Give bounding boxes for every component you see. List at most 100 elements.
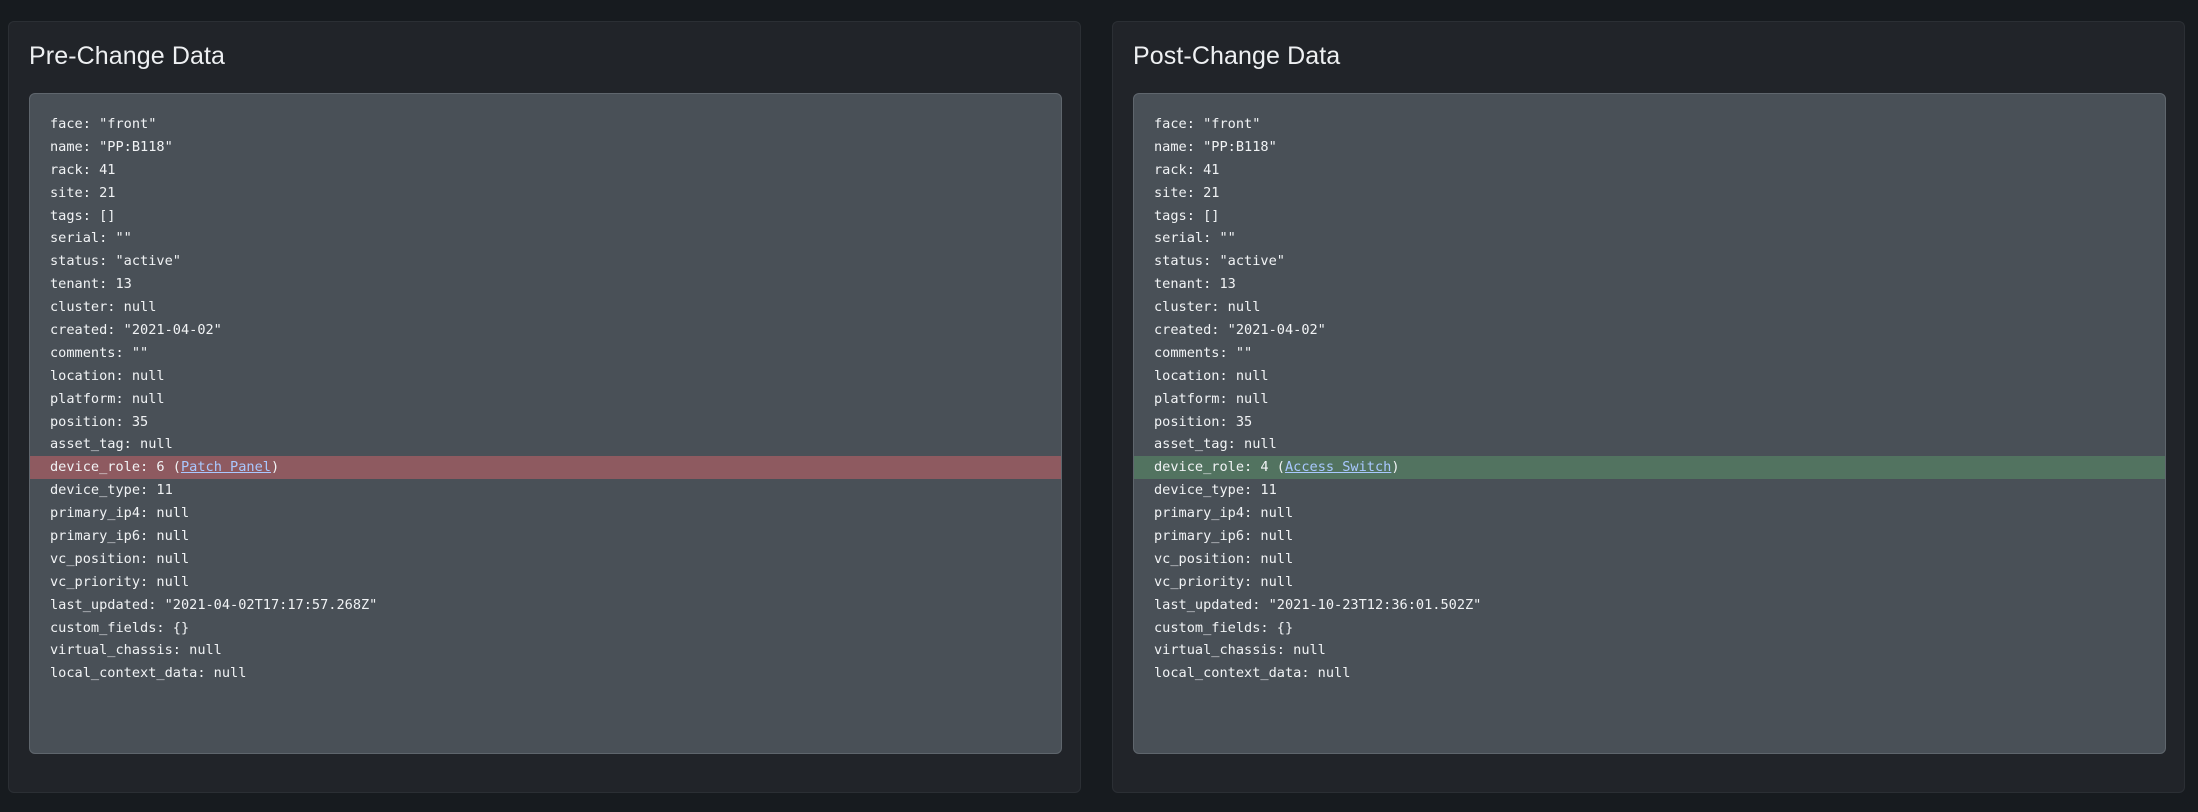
line-text: tenant: 13 <box>1154 276 1236 293</box>
line-text: vc_position: null <box>50 550 190 567</box>
line-text: primary_ip6: null <box>1154 528 1294 545</box>
line-text: last_updated: "2021-10-23T12:36:01.502Z" <box>1154 596 1482 613</box>
line-text: comments: "" <box>1154 344 1253 361</box>
data-line: name: "PP:B118" <box>30 136 1061 159</box>
line-text: device_type: 11 <box>1154 482 1277 499</box>
data-line: rack: 41 <box>1134 159 2165 182</box>
line-text: primary_ip4: null <box>1154 505 1294 522</box>
line-text: local_context_data: null <box>1154 665 1351 682</box>
data-line: comments: "" <box>30 342 1061 365</box>
data-line: local_context_data: null <box>30 662 1061 685</box>
post-change-title: Post-Change Data <box>1133 42 1341 70</box>
data-line: primary_ip6: null <box>30 525 1061 548</box>
data-line: vc_position: null <box>30 548 1061 571</box>
changed-line: device_role: 6 (Patch Panel) <box>30 456 1061 480</box>
line-text: vc_position: null <box>1154 550 1294 567</box>
data-line: custom_fields: {} <box>1134 617 2165 640</box>
line-text: last_updated: "2021-04-02T17:17:57.268Z" <box>50 596 378 613</box>
data-line: rack: 41 <box>30 159 1061 182</box>
data-line: cluster: null <box>30 296 1061 319</box>
data-line: position: 35 <box>30 411 1061 434</box>
line-suffix: ) <box>1391 459 1400 476</box>
line-text: vc_priority: null <box>1154 573 1294 590</box>
device-role-link[interactable]: Patch Panel <box>181 459 271 475</box>
pre-change-code-block: face: "front" name: "PP:B118" rack: 41 site… <box>29 93 1062 754</box>
line-text: tags: [] <box>1154 207 1220 224</box>
line-text: face: "front" <box>50 116 157 132</box>
data-line: status: "active" <box>1134 250 2165 273</box>
line-text: device_role: 4 ( <box>1154 459 1285 476</box>
line-text: vc_priority: null <box>50 573 190 590</box>
line-text: name: "PP:B118" <box>50 138 173 155</box>
data-line: vc_position: null <box>1134 548 2165 571</box>
line-text: asset_tag: null <box>50 436 173 453</box>
line-text: created: "2021-04-02" <box>1154 322 1326 339</box>
line-text: primary_ip6: null <box>50 528 190 545</box>
change-data-panels: Pre-Change Data face: "front" name: "PP:B… <box>0 0 2198 812</box>
data-line: serial: "" <box>1134 227 2165 250</box>
line-text: location: null <box>50 367 165 384</box>
pre-change-card: Pre-Change Data face: "front" name: "PP:B… <box>8 21 1081 793</box>
pre-change-title: Pre-Change Data <box>29 42 226 70</box>
line-text: name: "PP:B118" <box>1154 138 1277 155</box>
line-text: site: 21 <box>1154 184 1220 201</box>
line-text: created: "2021-04-02" <box>50 322 222 339</box>
data-line: serial: "" <box>30 227 1061 250</box>
line-text: face: "front" <box>1154 116 1261 132</box>
line-text: cluster: null <box>1154 299 1261 316</box>
line-text: device_type: 11 <box>50 482 173 499</box>
line-text: primary_ip4: null <box>50 505 190 522</box>
line-text: custom_fields: {} <box>50 619 190 636</box>
data-line: platform: null <box>30 388 1061 411</box>
data-line: device_type: 11 <box>1134 479 2165 502</box>
line-text: cluster: null <box>50 299 157 316</box>
line-text: status: "active" <box>50 253 181 270</box>
data-line: location: null <box>30 365 1061 388</box>
data-line: vc_priority: null <box>1134 571 2165 594</box>
post-change-code-block: face: "front" name: "PP:B118" rack: 41 site… <box>1133 93 2166 754</box>
data-line: tags: [] <box>30 205 1061 228</box>
data-line: asset_tag: null <box>1134 433 2165 456</box>
data-line: location: null <box>1134 365 2165 388</box>
data-line: tags: [] <box>1134 205 2165 228</box>
line-text: virtual_chassis: null <box>1154 642 1326 659</box>
data-line: site: 21 <box>30 182 1061 205</box>
line-text: custom_fields: {} <box>1154 619 1294 636</box>
data-line: cluster: null <box>1134 296 2165 319</box>
data-line: local_context_data: null <box>1134 662 2165 685</box>
data-line: last_updated: "2021-10-23T12:36:01.502Z" <box>1134 594 2165 617</box>
data-line: asset_tag: null <box>30 433 1061 456</box>
changed-line: device_role: 4 (Access Switch) <box>1134 456 2165 480</box>
data-line: virtual_chassis: null <box>30 639 1061 662</box>
line-text: platform: null <box>1154 390 1269 407</box>
data-line: created: "2021-04-02" <box>30 319 1061 342</box>
line-text: position: 35 <box>50 413 149 430</box>
data-line: device_type: 11 <box>30 479 1061 502</box>
line-text: rack: 41 <box>50 161 116 178</box>
post-change-card: Post-Change Data face: "front" name: "PP:… <box>1112 21 2185 793</box>
data-line: face: "front" <box>30 113 1061 136</box>
line-text: location: null <box>1154 367 1269 384</box>
data-line: position: 35 <box>1134 411 2165 434</box>
line-text: rack: 41 <box>1154 161 1220 178</box>
data-line: platform: null <box>1134 388 2165 411</box>
device-role-link[interactable]: Access Switch <box>1285 459 1391 475</box>
data-line: primary_ip6: null <box>1134 525 2165 548</box>
line-text: tags: [] <box>50 207 116 224</box>
line-text: asset_tag: null <box>1154 436 1277 453</box>
line-text: serial: "" <box>50 230 132 247</box>
data-line: virtual_chassis: null <box>1134 639 2165 662</box>
data-line: tenant: 13 <box>1134 273 2165 296</box>
data-line: tenant: 13 <box>30 273 1061 296</box>
line-text: tenant: 13 <box>50 276 132 293</box>
data-line: primary_ip4: null <box>30 502 1061 525</box>
data-line: created: "2021-04-02" <box>1134 319 2165 342</box>
data-line: site: 21 <box>1134 182 2165 205</box>
data-line: vc_priority: null <box>30 571 1061 594</box>
line-text: device_role: 6 ( <box>50 459 181 476</box>
data-line: face: "front" <box>1134 113 2165 136</box>
line-text: status: "active" <box>1154 253 1285 270</box>
line-text: local_context_data: null <box>50 665 247 682</box>
line-text: serial: "" <box>1154 230 1236 247</box>
line-text: platform: null <box>50 390 165 407</box>
